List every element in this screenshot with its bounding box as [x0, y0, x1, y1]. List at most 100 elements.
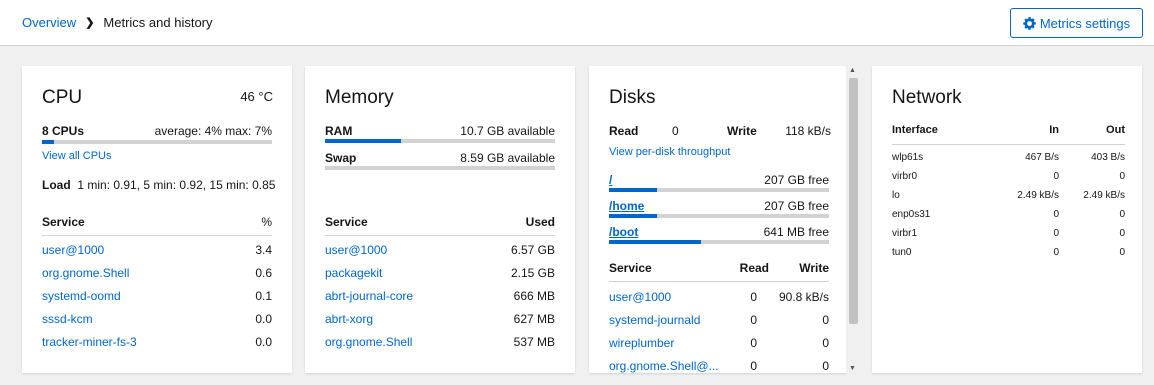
metrics-settings-button[interactable]: Metrics settings: [1010, 8, 1143, 38]
out-value: 0: [1119, 228, 1125, 239]
read-label: Read: [609, 124, 639, 138]
ram-bar: [325, 139, 555, 143]
table-row: sssd-kcm 0.0: [42, 312, 272, 326]
table-row: systemd-journald 0 0: [609, 313, 829, 329]
in-value: 2.49 kB/s: [1017, 190, 1059, 201]
in-value: 467 B/s: [1025, 152, 1059, 163]
disks-table-header: Service Read Write: [609, 261, 829, 277]
write-value: 0: [822, 336, 829, 350]
service-value: 0.1: [255, 289, 272, 303]
scrollbar-thumb[interactable]: [849, 78, 858, 324]
table-row: org.gnome.Shell 537 MB: [325, 335, 555, 349]
table-row: tracker-miner-fs-3 0.0: [42, 335, 272, 349]
scrolled-heading-fragment: [0, 0, 1154, 2]
mount-free: 207 GB free: [764, 199, 829, 213]
table-row: systemd-oomd 0.1: [42, 289, 272, 303]
interface-name: lo: [892, 190, 900, 201]
service-link[interactable]: packagekit: [325, 266, 382, 280]
cpu-title: CPU: [42, 87, 83, 108]
load-values: 1 min: 0.91, 5 min: 0.92, 15 min: 0.85: [77, 178, 276, 192]
swap-bar: [325, 166, 555, 170]
disk-throughput-row: Read 0 Write 118 kB/s: [609, 124, 831, 140]
breadcrumb-overview-link[interactable]: Overview: [22, 15, 76, 30]
view-all-cpus-link[interactable]: View all CPUs: [42, 150, 112, 162]
mount-link[interactable]: /boot: [609, 225, 638, 239]
memory-col-used: Used: [525, 215, 555, 229]
read-value: 0: [750, 290, 757, 304]
memory-title: Memory: [325, 87, 394, 108]
service-link[interactable]: user@1000: [325, 243, 387, 257]
service-link[interactable]: user@1000: [609, 290, 671, 304]
out-value: 403 B/s: [1091, 152, 1125, 163]
top-bar: Overview ❯ Metrics and history Metrics s…: [0, 0, 1154, 46]
table-row: abrt-xorg 627 MB: [325, 312, 555, 326]
disk-usage-bar: [609, 240, 829, 244]
mount-link[interactable]: /home: [609, 199, 644, 213]
out-value: 0: [1119, 247, 1125, 258]
service-value: 537 MB: [513, 335, 555, 349]
mount-link[interactable]: /: [609, 173, 612, 187]
in-value: 0: [1053, 171, 1059, 182]
service-link[interactable]: org.gnome.Shell@...: [609, 359, 719, 373]
cpu-count: 8 CPUs: [42, 124, 85, 138]
cpu-usage-bar: [42, 140, 272, 144]
gear-icon: [1023, 16, 1036, 30]
per-disk-throughput-link[interactable]: View per-disk throughput: [609, 146, 730, 158]
scroll-up-icon[interactable]: ▲: [849, 67, 856, 74]
disk-usage-fill: [609, 240, 701, 244]
table-row: org.gnome.Shell@... 0 0: [609, 359, 829, 375]
swap-row: Swap 8.59 GB available: [325, 151, 555, 165]
table-row: wireplumber 0 0: [609, 336, 829, 352]
table-row: enp0s31 0 0: [892, 209, 1125, 223]
read-value: 0: [750, 359, 757, 373]
service-link[interactable]: sssd-kcm: [42, 312, 93, 326]
table-row: user@1000 6.57 GB: [325, 243, 555, 257]
service-link[interactable]: user@1000: [42, 243, 104, 257]
breadcrumb-current: Metrics and history: [103, 15, 213, 30]
memory-table-divider: [325, 235, 555, 236]
network-table-header: Interface In Out: [892, 124, 1125, 140]
cpu-summary: 8 CPUs average: 4% max: 7%: [42, 124, 272, 138]
interface-name: virbr1: [892, 228, 918, 239]
cpu-table-divider: [42, 235, 272, 236]
service-value: 2.15 GB: [510, 266, 555, 280]
service-link[interactable]: systemd-journald: [609, 313, 700, 327]
network-table-divider: [892, 144, 1125, 145]
memory-col-service: Service: [325, 215, 368, 229]
cpu-card: CPU 46 °C 8 CPUs average: 4% max: 7% Vie…: [22, 66, 292, 373]
in-value: 0: [1053, 228, 1059, 239]
table-row: lo 2.49 kB/s 2.49 kB/s: [892, 190, 1125, 204]
metrics-settings-label: Metrics settings: [1039, 15, 1131, 31]
ram-row: RAM 10.7 GB available: [325, 124, 555, 138]
service-link[interactable]: abrt-xorg: [325, 312, 373, 326]
service-link[interactable]: wireplumber: [609, 336, 674, 350]
service-value: 3.4: [255, 243, 272, 257]
disk-mount-row: /home 207 GB free: [609, 199, 829, 213]
load-label: Load: [42, 178, 71, 192]
cpu-col-percent: %: [261, 215, 272, 229]
write-value: 118 kB/s: [785, 124, 831, 138]
out-value: 0: [1119, 209, 1125, 220]
service-value: 0.0: [255, 312, 272, 326]
service-link[interactable]: tracker-miner-fs-3: [42, 335, 137, 349]
service-value: 0.6: [255, 266, 272, 280]
ram-value: 10.7 GB available: [460, 124, 555, 138]
service-link[interactable]: abrt-journal-core: [325, 289, 413, 303]
service-link[interactable]: org.gnome.Shell: [42, 266, 129, 280]
interface-name: enp0s31: [892, 209, 931, 220]
service-link[interactable]: org.gnome.Shell: [325, 335, 412, 349]
table-row: abrt-journal-core 666 MB: [325, 289, 555, 303]
ram-label: RAM: [325, 124, 353, 138]
service-link[interactable]: systemd-oomd: [42, 289, 121, 303]
network-card: Network Interface In Out wlp61s 467 B/s 40…: [872, 66, 1142, 373]
disks-col-write: Write: [799, 261, 829, 275]
disk-usage-bar: [609, 188, 829, 192]
scroll-down-icon[interactable]: ▼: [849, 365, 856, 372]
write-value: 90.8 kB/s: [778, 290, 829, 304]
swap-value: 8.59 GB available: [460, 151, 555, 165]
disks-card: Disks Read 0 Write 118 kB/s View per-dis…: [589, 66, 846, 373]
network-col-in: In: [1049, 124, 1059, 136]
disks-table-divider: [609, 281, 829, 282]
out-value: 2.49 kB/s: [1083, 190, 1125, 201]
scrollbar[interactable]: ▲ ▼: [846, 66, 860, 373]
